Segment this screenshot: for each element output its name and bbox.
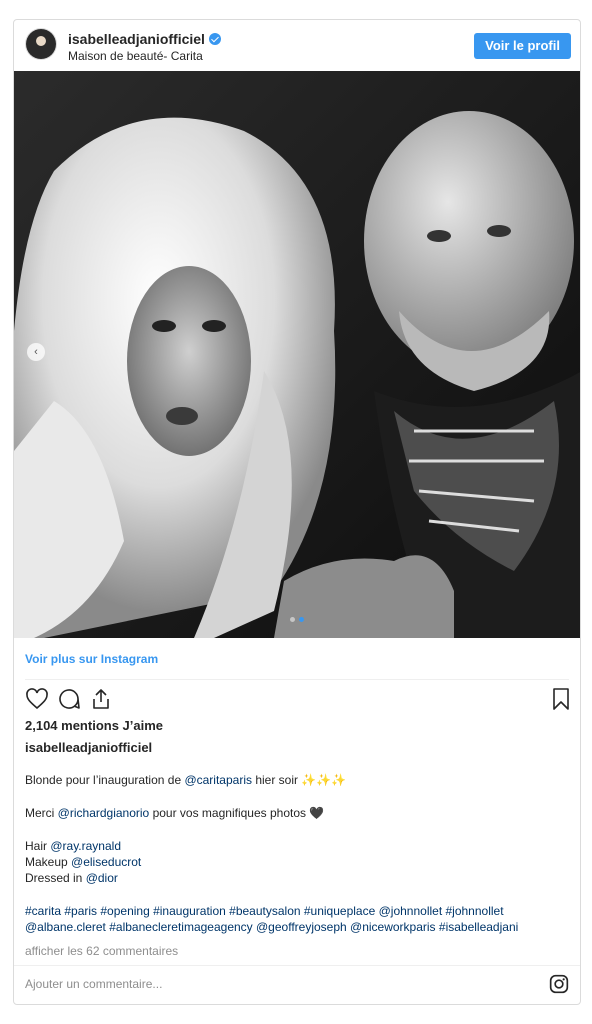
credit-makeup: Makeup @eliseducrot	[25, 854, 573, 870]
divider	[25, 679, 569, 680]
caption-line: Merci @richardgianorio pour vos magnifiq…	[25, 805, 573, 821]
comment-input[interactable]	[25, 977, 505, 991]
caption-text: pour vos magnifiques photos 🖤	[149, 806, 325, 820]
caption-text: Merci	[25, 806, 58, 820]
comment-icon[interactable]	[57, 687, 81, 711]
instagram-embed-card: isabelleadjaniofficiel Maison de beauté-…	[13, 19, 581, 1005]
comment-bar	[14, 965, 580, 1004]
view-profile-button[interactable]: Voir le profil	[474, 33, 571, 59]
view-comments-link[interactable]: afficher les 62 commentaires	[25, 944, 178, 958]
instagram-icon[interactable]	[549, 974, 569, 994]
hashtags-line[interactable]: @albane.cleret #albanecleretimageagency …	[25, 919, 573, 935]
avatar[interactable]	[26, 29, 56, 59]
credit-label: Dressed in	[25, 871, 86, 885]
likes-count[interactable]: 2,104 mentions J’aime	[25, 718, 163, 733]
username[interactable]: isabelleadjaniofficiel	[68, 31, 205, 47]
mention-link[interactable]: @eliseducrot	[71, 855, 141, 869]
mention-link[interactable]: @caritaparis	[184, 773, 252, 787]
caption-text: hier soir ✨✨✨	[252, 773, 347, 787]
carousel-dots	[290, 617, 304, 622]
username-row: isabelleadjaniofficiel	[68, 31, 221, 47]
mention-link[interactable]: @ray.raynald	[50, 839, 121, 853]
photo-image	[14, 71, 580, 638]
verified-badge-icon	[208, 33, 221, 45]
hashtags-line[interactable]: #carita #paris #opening #inauguration #b…	[25, 903, 573, 919]
credit-label: Makeup	[25, 855, 72, 869]
caption-text: Blonde pour l’inauguration de	[25, 773, 185, 787]
post-header: isabelleadjaniofficiel Maison de beauté-…	[14, 20, 580, 71]
bookmark-icon[interactable]	[551, 687, 571, 711]
caption: Blonde pour l’inauguration de @caritapar…	[25, 772, 573, 935]
caption-author[interactable]: isabelleadjaniofficiel	[25, 740, 152, 755]
mention-link[interactable]: @richardgianorio	[58, 806, 150, 820]
mention-link[interactable]: @dior	[86, 871, 118, 885]
carousel-dot-active	[299, 617, 304, 622]
post-photo[interactable]: ‹	[14, 71, 580, 638]
carousel-dot	[290, 617, 295, 622]
location-subtitle[interactable]: Maison de beauté- Carita	[68, 49, 203, 63]
view-more-on-instagram-link[interactable]: Voir plus sur Instagram	[25, 652, 158, 666]
credit-label: Hair	[25, 839, 51, 853]
chevron-left-icon[interactable]: ‹	[27, 343, 45, 361]
caption-line: Blonde pour l’inauguration de @caritapar…	[25, 772, 573, 788]
credit-hair: Hair @ray.raynald	[25, 838, 573, 854]
credit-dressed: Dressed in @dior	[25, 870, 573, 886]
share-icon[interactable]	[89, 687, 113, 711]
heart-icon[interactable]	[25, 687, 49, 711]
action-bar	[25, 687, 571, 713]
